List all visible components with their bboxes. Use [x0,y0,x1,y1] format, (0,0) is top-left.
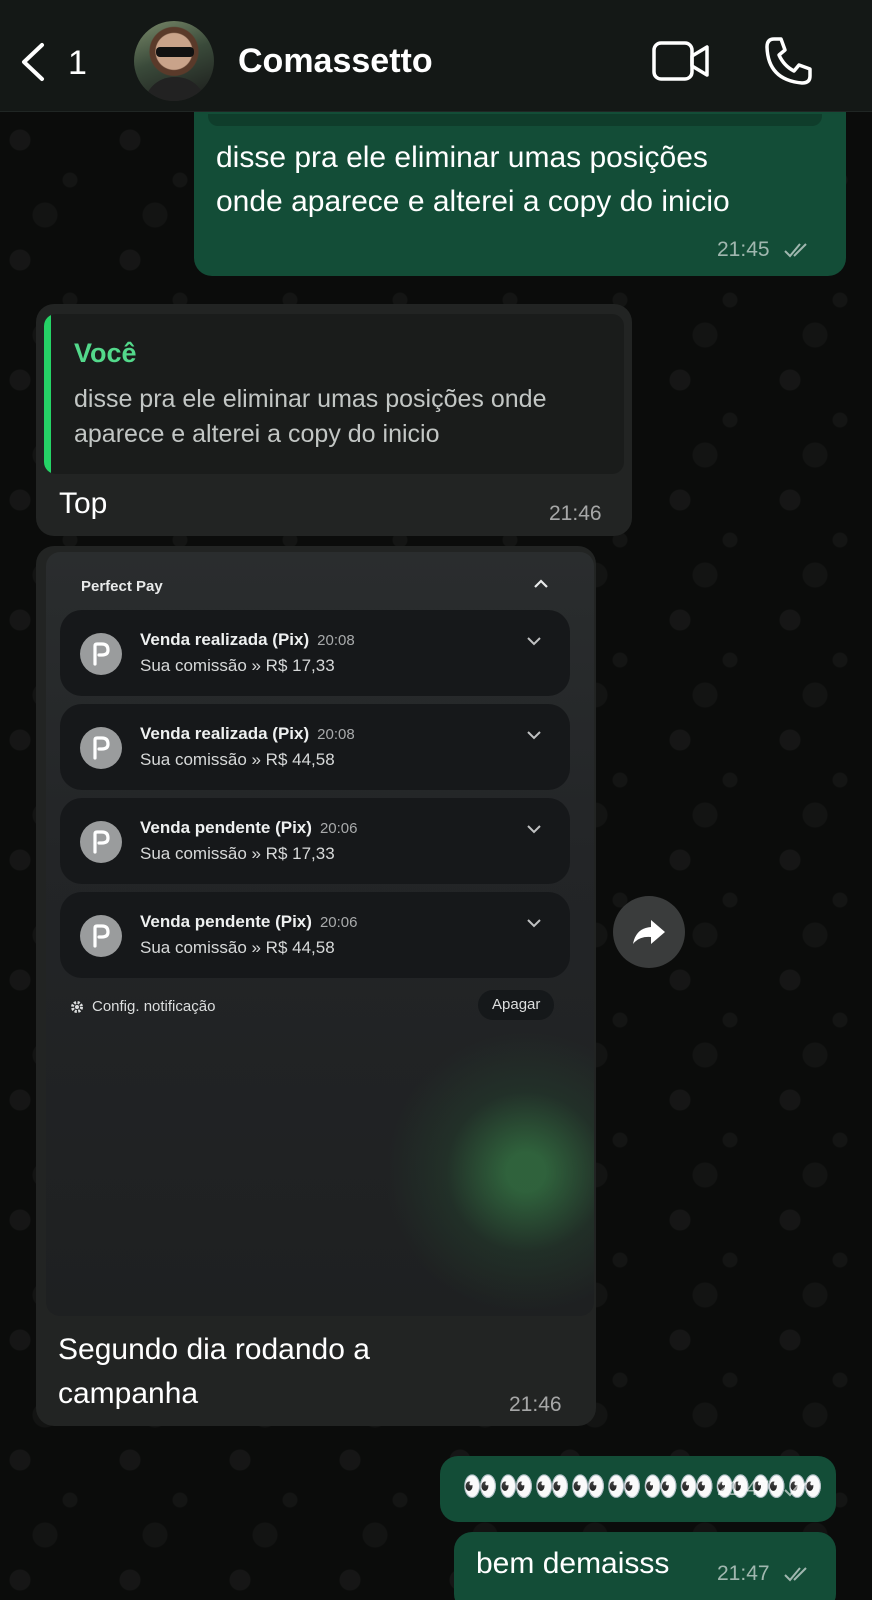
image-caption: Segundo dia rodando a campanha [58,1328,370,1416]
notification-title: Venda realizada (Pix) 20:08 [140,724,355,743]
caption-line: Segundo dia rodando a [58,1333,370,1366]
notification-title: Venda pendente (Pix) 20:06 [140,912,358,931]
message-bubble-outgoing[interactable]: bem demaisss 21:47 [454,1532,836,1600]
chevron-up-icon [534,579,548,588]
quote-author: Você [74,338,137,368]
phone-icon[interactable] [764,36,812,86]
chevron-down-icon [527,637,541,646]
message-line: onde aparece e alterei a copy do inicio [216,185,730,218]
chevron-down-icon [527,731,541,740]
chevron-left-icon [22,43,44,81]
notification-settings-label: Config. notificação [92,998,216,1015]
read-ticks-icon [784,1567,807,1582]
unread-count: 1 [68,44,87,82]
avatar-glasses [156,47,194,57]
quoted-message[interactable]: Você disse pra ele eliminar umas posiçõe… [44,314,624,474]
avatar-shirt [144,77,206,101]
message-text: bem demaisss [476,1547,670,1580]
contact-avatar[interactable] [134,21,214,101]
message-bubble-outgoing[interactable]: 👀👀👀👀👀👀👀👀👀👀 21:47 [440,1456,836,1522]
message-text: Top [59,487,108,520]
message-time: 21:46 [509,1393,562,1416]
read-ticks-icon [784,1482,807,1497]
notification-card: Venda pendente (Pix) 20:06 Sua comissão »… [60,798,570,884]
notification-body: Sua comissão » R$ 44,58 [140,750,335,769]
message-time: 21:47 [717,1477,770,1500]
message-bubble-incoming[interactable]: Você disse pra ele eliminar umas posiçõe… [36,304,632,536]
notification-app-name: Perfect Pay [81,578,163,595]
notification-time: 20:06 [319,914,358,931]
perfect-pay-logo-icon [80,821,122,863]
perfect-pay-logo-icon [80,633,122,675]
notification-body: Sua comissão » R$ 44,58 [140,938,335,957]
quote-accent-bar [44,314,51,474]
notification-card: Venda realizada (Pix) 20:08 Sua comissão … [60,704,570,790]
video-call-icon[interactable] [652,40,710,82]
perfect-pay-logo-icon [80,915,122,957]
notification-body: Sua comissão » R$ 17,33 [140,656,335,675]
perfect-pay-logo-icon [80,727,122,769]
gear-icon [71,1000,83,1013]
message-time: 21:46 [549,502,602,525]
message-line: disse pra ele eliminar umas posições [216,141,708,174]
caption-line: campanha [58,1377,199,1410]
chevron-down-icon [527,825,541,834]
notification-time: 20:08 [317,726,355,743]
notification-time: 20:06 [319,820,358,837]
message-bubble-outgoing[interactable]: disse pra ele eliminar umas posições ond… [194,90,846,276]
message-image[interactable]: Perfect Pay Venda realizada (Pix) 20:08 S… [46,552,594,1316]
forward-arrow-icon [633,920,665,944]
message-time: 21:47 [717,1562,770,1585]
back-button[interactable]: 1 [18,38,92,86]
chevron-down-icon [527,919,541,928]
notification-title: Venda pendente (Pix) 20:06 [140,818,358,837]
forward-button[interactable] [613,896,685,968]
quote-text: disse pra ele eliminar umas posições ond… [74,385,547,448]
notification-time: 20:08 [317,632,355,649]
notification-title: Venda realizada (Pix) 20:08 [140,630,355,649]
notification-card: Venda realizada (Pix) 20:08 Sua comissão … [60,610,570,696]
notification-body: Sua comissão » R$ 17,33 [140,844,335,863]
quote-remnant [208,114,822,126]
notification-settings-link: Config. notificação [70,998,215,1015]
read-ticks-icon [784,243,807,258]
contact-name[interactable]: Comassetto [238,42,433,81]
clear-notifications-button: Apagar [478,990,555,1020]
message-text: disse pra ele eliminar umas posições ond… [216,136,730,224]
notification-card: Venda pendente (Pix) 20:06 Sua comissão »… [60,892,570,978]
message-time: 21:45 [717,238,770,261]
chat-header: 1 Comassetto [0,0,872,112]
